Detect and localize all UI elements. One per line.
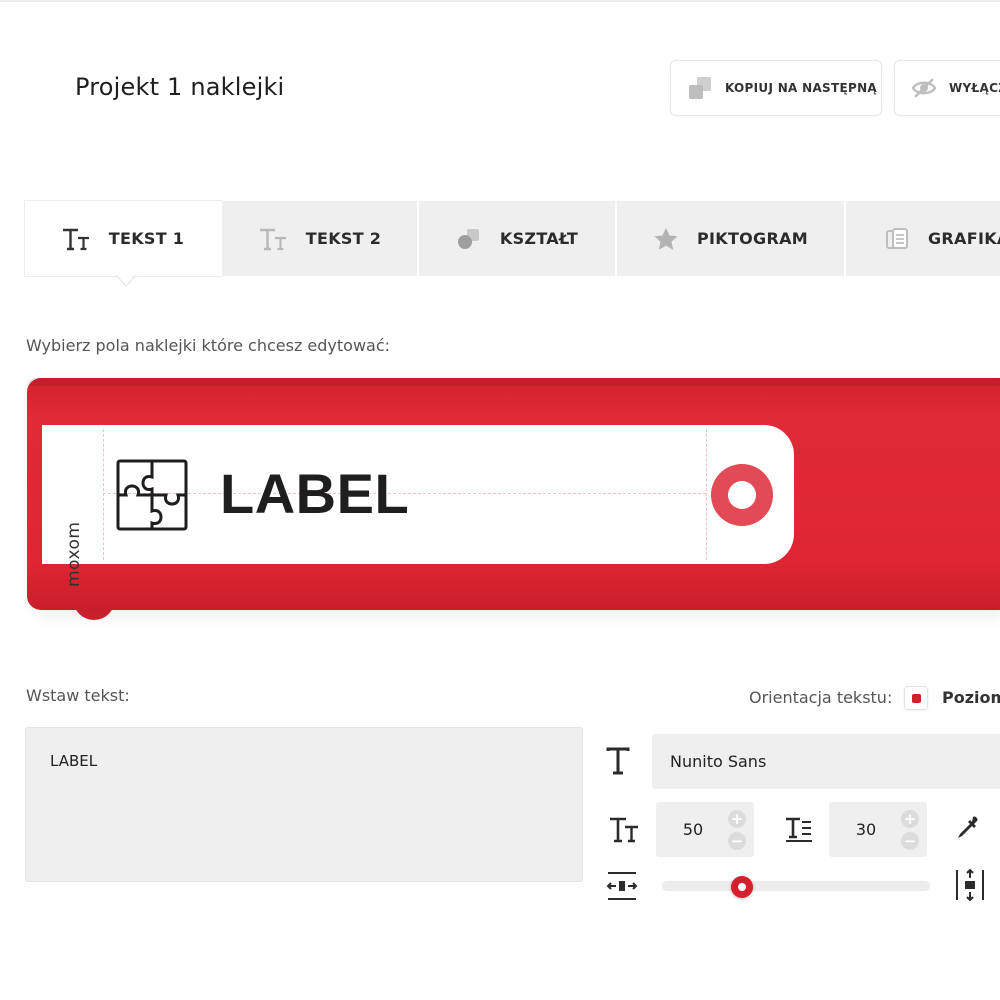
binder-edge	[27, 378, 1000, 386]
text-size-icon	[258, 227, 288, 251]
label-preview: moxom LABEL	[27, 378, 1000, 618]
font-size-icon	[608, 814, 640, 844]
orientation-horizontal-label[interactable]: Poziom	[942, 688, 1000, 707]
letter-spacing-icon	[606, 870, 638, 902]
image-files-icon	[884, 226, 910, 252]
orientation-horizontal-radio[interactable]	[904, 686, 928, 710]
guide-line	[706, 429, 707, 560]
decrease-button[interactable]: −	[901, 832, 919, 850]
spacing-slider-thumb[interactable]	[731, 876, 754, 898]
select-fields-instruction: Wybierz pola naklejki które chcesz edyto…	[26, 336, 391, 355]
copy-icon	[687, 75, 713, 101]
color-picker-icon[interactable]	[954, 814, 982, 844]
star-icon	[653, 227, 679, 251]
brand-logo: moxom	[64, 521, 84, 587]
page-title: Projekt 1 naklejki	[75, 73, 285, 101]
increase-button[interactable]: +	[728, 810, 746, 828]
increase-button[interactable]: +	[901, 810, 919, 828]
shapes-icon	[456, 227, 482, 251]
line-height-stepper[interactable]: 30 + −	[829, 802, 927, 857]
tab-tekst-2[interactable]: TEKST 2	[222, 201, 419, 276]
font-size-stepper[interactable]: 50 + −	[656, 802, 754, 857]
hide-label: WYŁĄCZ	[949, 81, 1000, 95]
copy-to-next-button[interactable]: KOPIUJ NA NASTĘPNĄ	[670, 60, 882, 116]
tab-label: TEKST 2	[305, 229, 382, 248]
font-size-value[interactable]: 50	[656, 802, 730, 857]
copy-to-next-label: KOPIUJ NA NASTĘPNĄ	[725, 81, 877, 95]
label-card[interactable]: moxom LABEL	[42, 425, 794, 587]
label-hole	[711, 464, 773, 526]
vertical-spacing-icon	[954, 868, 986, 902]
tab-label: GRAFIKA	[928, 229, 1000, 248]
line-height-icon	[784, 814, 814, 844]
hide-button[interactable]: WYŁĄCZ	[894, 60, 1000, 116]
orientation-label: Orientacja tekstu:	[749, 688, 893, 707]
insert-text-label: Wstaw tekst:	[26, 686, 130, 705]
spacing-slider-track[interactable]	[662, 881, 930, 891]
tab-ksztalt[interactable]: KSZTAŁT	[419, 201, 617, 276]
tab-label: TEKST 1	[108, 229, 185, 248]
tab-grafika[interactable]: GRAFIKA	[846, 201, 1000, 276]
label-text[interactable]: LABEL	[220, 461, 409, 526]
tab-label: PIKTOGRAM	[696, 229, 809, 248]
tab-tekst-1[interactable]: TEKST 1	[25, 201, 222, 276]
top-divider	[0, 0, 1000, 2]
font-family-select[interactable]: Nunito Sans	[652, 734, 1000, 789]
tab-label: KSZTAŁT	[499, 229, 579, 248]
line-height-value[interactable]: 30	[829, 802, 903, 857]
decrease-button[interactable]: −	[728, 832, 746, 850]
tab-piktogram[interactable]: PIKTOGRAM	[617, 201, 846, 276]
text-size-icon	[61, 227, 91, 251]
brand-wrap: moxom	[56, 522, 86, 587]
active-tab-pointer	[115, 274, 137, 287]
font-family-icon	[604, 746, 632, 776]
text-input[interactable]: LABEL	[25, 727, 583, 882]
puzzle-icon[interactable]	[116, 459, 188, 531]
editor-tabs: TEKST 1 TEKST 2 KSZTAŁT PIKTOGRAM GRAFIK…	[25, 201, 1000, 276]
eye-off-icon	[911, 75, 937, 101]
binder-spine: moxom LABEL	[27, 378, 1000, 610]
guide-line	[103, 429, 104, 560]
